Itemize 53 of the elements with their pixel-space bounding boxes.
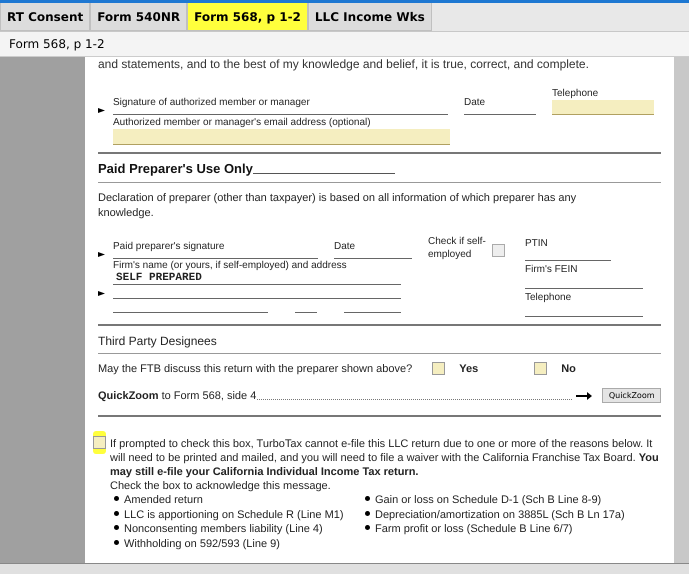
- right-arrow-icon: [576, 392, 592, 400]
- checkbox[interactable]: [432, 362, 446, 375]
- field-label: Firm's FEIN: [525, 263, 578, 276]
- field-label: Authorized member or manager's email address (optional): [113, 117, 371, 128]
- section-heading: Paid Preparer's Use Only: [98, 161, 253, 176]
- checkbox[interactable]: [93, 436, 106, 449]
- scrollbar[interactable]: [674, 57, 689, 563]
- reason-item: Nonconsenting members liability (Line 4): [124, 522, 323, 536]
- declaration-text: Declaration of preparer (other than taxpayer) is based on all information of which preparer has any knowledge.: [98, 191, 578, 221]
- field-label: Check if self-employed: [428, 235, 487, 261]
- tab[interactable]: RT Consent: [0, 3, 90, 31]
- field-label: Signature of authorized member or manager: [113, 96, 311, 109]
- reason-item: Withholding on 592/593 (Line 9): [124, 536, 280, 551]
- bullet-icon: [114, 525, 119, 530]
- question-text: May the FTB discuss this return with the preparer shown above?: [98, 362, 412, 374]
- bullet-icon: [365, 525, 370, 530]
- tab[interactable]: Form 568, p 1-2: [187, 3, 308, 31]
- bullet-icon: [365, 510, 370, 516]
- field-label: Date: [464, 96, 486, 109]
- bullet-icon: [114, 510, 119, 516]
- declaration-text: and statements, and to the best of my knowledge and belief, it is true, correct, and complete.: [98, 57, 590, 71]
- section-heading: Third Party Designees: [98, 333, 218, 350]
- field-label: Paid preparer's signature: [113, 240, 226, 253]
- firm-name-field[interactable]: SELF PREPARED: [113, 272, 401, 285]
- option-label: No: [561, 362, 576, 374]
- field-label: Firm's name (or yours, if self-employed) and address: [113, 259, 348, 272]
- bullet-icon: [365, 496, 370, 502]
- option-label: Yes: [459, 362, 478, 374]
- instruction-text: Check the box to acknowledge this message.: [110, 479, 332, 493]
- reason-item: Gain or loss on Schedule D-1 (Sch B Line 8-9): [375, 493, 602, 508]
- tab[interactable]: LLC Income Wks: [308, 3, 432, 31]
- notice-text: If prompted to check this box, TurboTax cannot e-file this LLC return due to one or more of the reasons below. It will need to be printed and mailed, and you will need to file a waiver with the California Franchise Tax Board. You may still e-file your California Individual Income Tax return.: [110, 437, 660, 479]
- bullet-icon: [114, 540, 119, 545]
- form-title: Form 568, p 1-2: [9, 37, 105, 51]
- tab[interactable]: Form 540NR: [90, 3, 188, 31]
- pointer-icon: [98, 252, 105, 257]
- reason-item: Amended return: [124, 493, 203, 508]
- email-field[interactable]: [113, 129, 450, 145]
- pointer-icon: [98, 108, 105, 113]
- checkbox[interactable]: [534, 362, 548, 375]
- bullet-icon: [114, 496, 119, 502]
- checkbox[interactable]: [492, 244, 505, 257]
- reason-item: LLC is apportioning on Schedule R (Line M1): [124, 508, 344, 522]
- quickzoom-button[interactable]: QuickZoom: [602, 388, 662, 403]
- telephone-field[interactable]: [552, 100, 654, 115]
- field-label: Telephone: [552, 87, 600, 100]
- field-label: PTIN: [525, 237, 549, 250]
- reason-item: Depreciation/amortization on 3885L (Sch B Ln 17a): [375, 508, 625, 522]
- reason-item: Farm profit or loss (Schedule B Line 6/7): [375, 522, 572, 536]
- pointer-icon: [98, 291, 105, 296]
- field-label: Date: [334, 240, 356, 253]
- field-label: Telephone: [525, 291, 572, 304]
- quickzoom-text: QuickZoom to Form 568, side 4: [98, 390, 256, 402]
